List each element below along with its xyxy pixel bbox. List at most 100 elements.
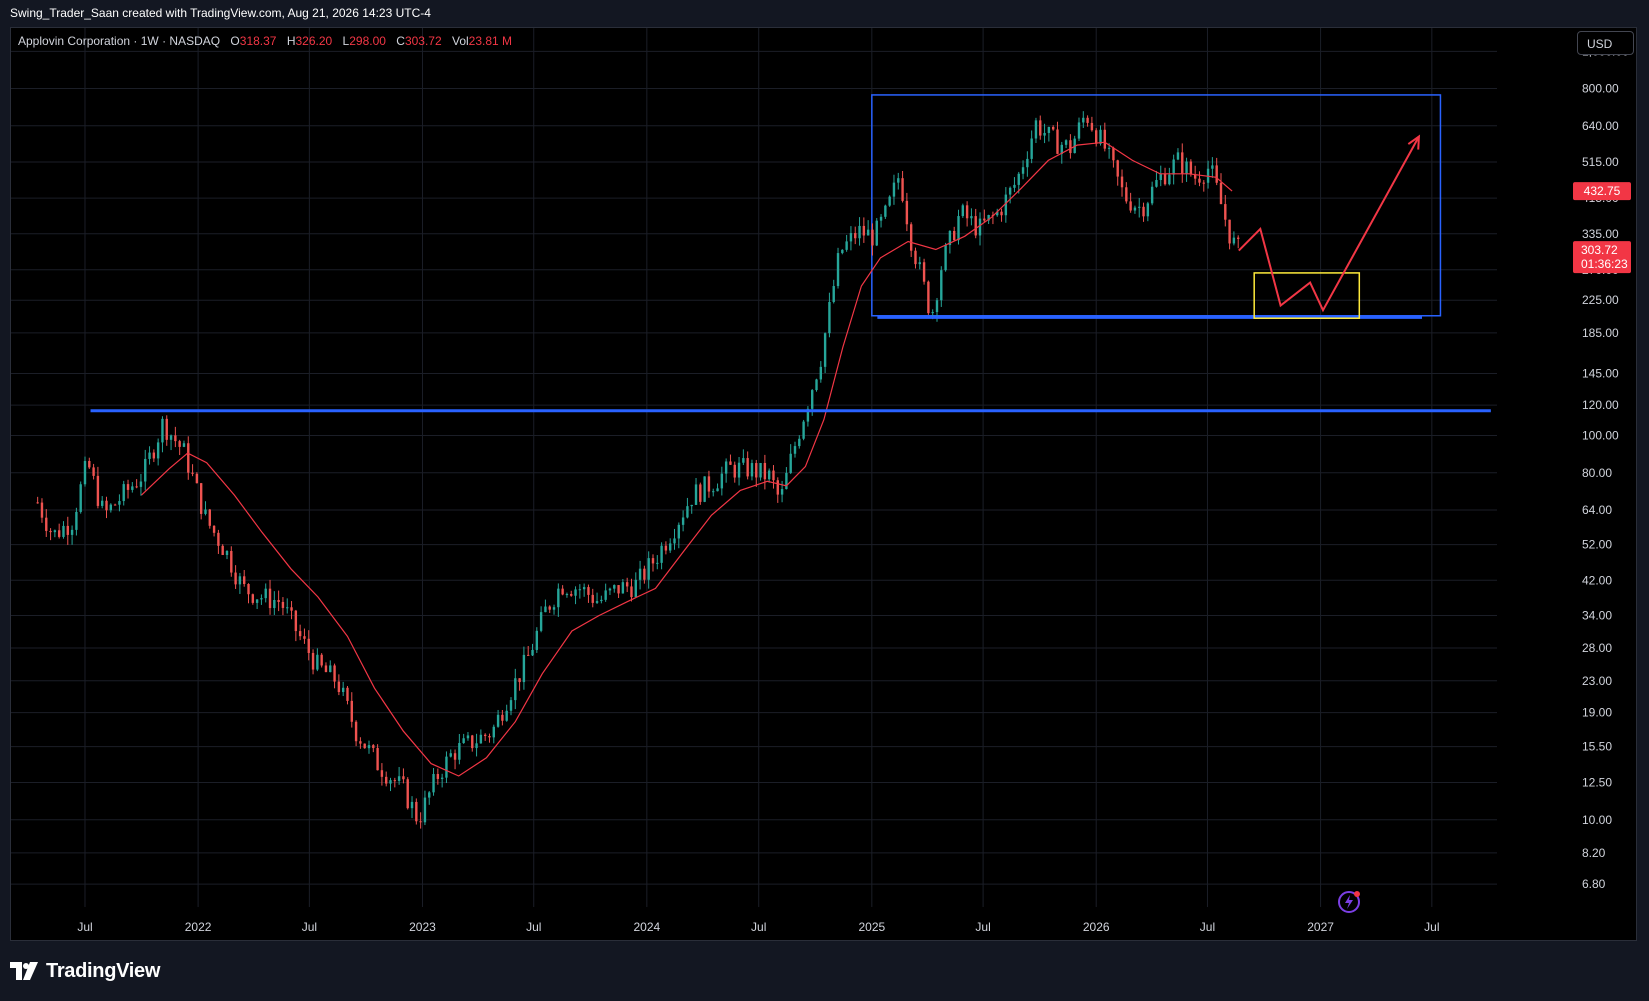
candle-body: [286, 607, 289, 609]
candle-body: [492, 726, 495, 738]
candle-body: [1198, 178, 1201, 183]
candle-body: [841, 249, 844, 254]
candle-body: [62, 525, 65, 537]
y-tick-label: 34.00: [1582, 609, 1612, 623]
x-tick-label: Jul: [1424, 920, 1439, 934]
candle-body: [165, 418, 168, 440]
candle-body: [811, 390, 814, 409]
candle-body: [712, 491, 715, 493]
x-tick-label: 2027: [1307, 920, 1334, 934]
candle-body: [402, 776, 405, 780]
open-key: O: [230, 34, 240, 48]
candle-body: [255, 599, 259, 603]
volume-value: 23.81 M: [468, 34, 513, 48]
candle-body: [944, 245, 947, 271]
candle-body: [617, 585, 620, 594]
candle-body: [669, 543, 672, 551]
candle-body: [681, 517, 685, 525]
candle-body: [178, 441, 181, 447]
candle-series: [36, 111, 1240, 829]
candle-body: [294, 610, 298, 632]
symbol-name[interactable]: Applovin Corporation · 1W · NASDAQ: [18, 34, 220, 48]
candle-body: [1163, 173, 1167, 185]
close-key: C: [396, 34, 405, 48]
candle-body: [372, 745, 375, 749]
candle-body: [1095, 130, 1098, 144]
candle-body: [1142, 206, 1145, 217]
currency-button[interactable]: USD: [1577, 31, 1634, 55]
candle-body: [1232, 237, 1236, 244]
candle-body: [574, 589, 577, 596]
candle-body: [604, 590, 607, 600]
lightning-icon[interactable]: [1335, 888, 1363, 916]
y-tick-label: 800.00: [1582, 82, 1619, 96]
candle-body: [970, 216, 973, 219]
range-rectangle: [871, 94, 1442, 317]
candle-body: [354, 721, 358, 742]
candle-body: [156, 442, 160, 459]
candle-body: [1043, 132, 1046, 136]
candle-body: [75, 511, 78, 530]
candle-body: [522, 654, 526, 683]
candle-body: [729, 461, 732, 465]
y-tick-label: 12.50: [1582, 776, 1612, 790]
candle-body: [845, 241, 848, 250]
candle-body: [144, 458, 147, 482]
candle-body: [561, 588, 564, 595]
candle-body: [862, 225, 866, 236]
candle-body: [131, 486, 134, 490]
candle-body: [1155, 180, 1158, 187]
candle-body: [1146, 203, 1150, 217]
y-tick-label: 64.00: [1582, 503, 1612, 517]
y-tick-label: 145.00: [1582, 367, 1619, 381]
candle-body: [169, 435, 173, 440]
y-tick-label: 19.00: [1582, 706, 1612, 720]
candle-body: [656, 562, 659, 564]
candle-body: [40, 502, 44, 518]
candle-body: [737, 462, 741, 478]
candle-body: [785, 472, 788, 490]
time-axis: Jul 2022 Jul 2023 Jul 2024 Jul 2025 Jul 2026 Jul 20…: [77, 920, 1439, 934]
candle-body: [277, 599, 280, 602]
candle-body: [329, 665, 332, 673]
candle-body: [823, 333, 827, 367]
candle-body: [475, 743, 478, 749]
candle-body: [931, 312, 934, 314]
candle-body: [1120, 176, 1124, 188]
candle-body: [350, 700, 353, 722]
candle-body: [208, 509, 211, 526]
candle-body: [780, 489, 784, 495]
candle-body: [105, 500, 108, 511]
candle-body: [247, 583, 250, 595]
candle-body: [879, 216, 883, 221]
candle-body: [496, 714, 500, 727]
candle-body: [281, 601, 285, 608]
candle-body: [230, 550, 233, 573]
candle-body: [49, 530, 52, 533]
tradingview-logo-icon: [10, 962, 38, 980]
x-tick-label: 2026: [1083, 920, 1110, 934]
candle-body: [535, 630, 539, 650]
candle-body: [397, 776, 401, 781]
candle-body: [1056, 129, 1059, 154]
candle-body: [940, 270, 943, 301]
candle-body: [363, 743, 366, 749]
drawings-front: [90, 134, 1491, 413]
candle-body: [316, 654, 319, 670]
candle-body: [101, 500, 104, 506]
candle-body: [1176, 152, 1180, 160]
candle-body: [582, 587, 586, 590]
candle-body: [703, 476, 706, 502]
candle-body: [1211, 165, 1214, 169]
candle-body: [260, 598, 263, 600]
tradingview-logo[interactable]: TradingView: [10, 958, 160, 984]
candle-body: [548, 606, 551, 610]
y-tick-label: 335.00: [1582, 227, 1619, 241]
price-chart[interactable]: 1,000.00800.00640.00515.00415.00335.0027…: [0, 0, 1649, 1001]
candle-body: [1224, 204, 1227, 220]
candle-body: [1215, 165, 1218, 183]
candle-body: [694, 484, 698, 505]
candle-body: [539, 612, 543, 631]
candle-body: [1237, 237, 1240, 239]
candle-body: [1099, 129, 1102, 144]
